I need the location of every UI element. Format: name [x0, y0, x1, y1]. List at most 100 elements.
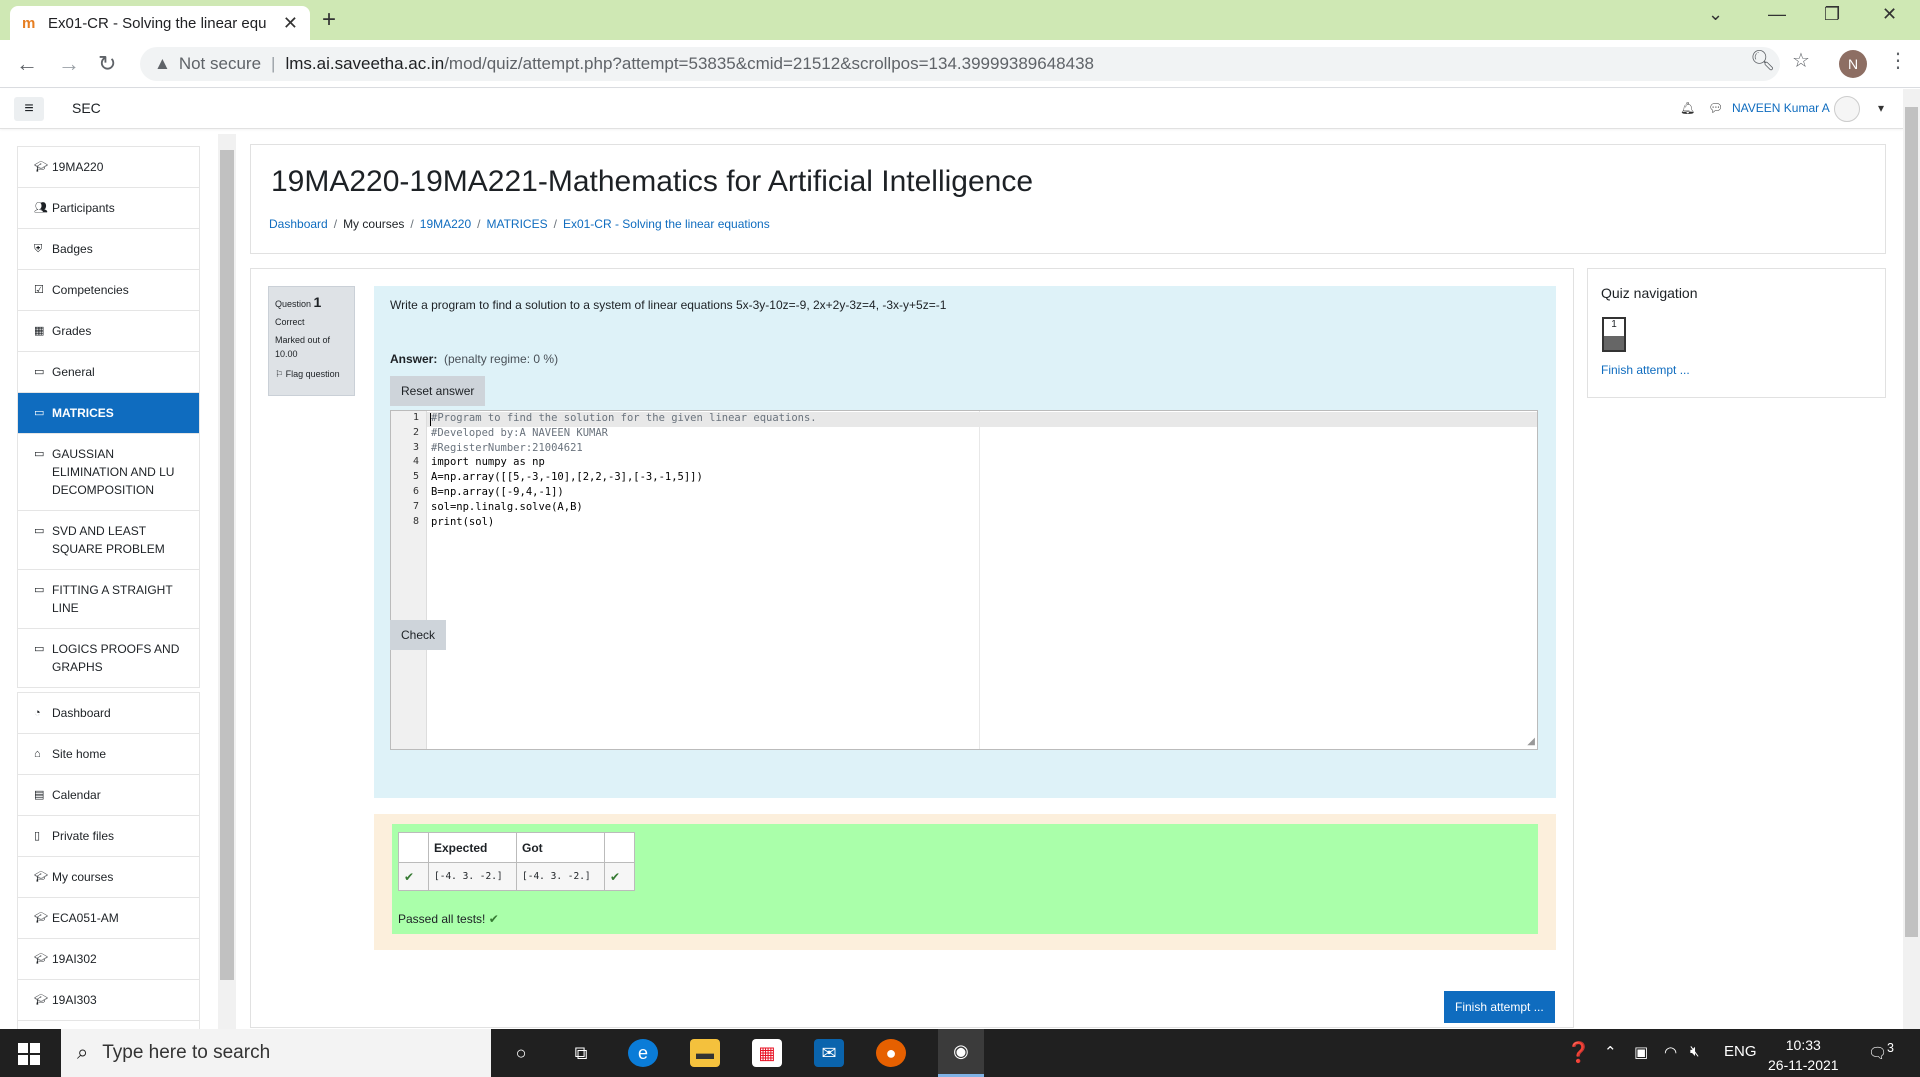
url-omnibox[interactable]: ▲ Not secure | lms.ai.saveetha.ac.in/mod…	[140, 47, 1780, 81]
user-menu-caret-icon[interactable]: ▾	[1878, 101, 1884, 115]
sidebar-item-dashboard[interactable]: ◔ Dashboard	[17, 692, 200, 733]
breadcrumb-quiz[interactable]: Ex01-CR - Solving the linear equations	[563, 217, 770, 231]
messages-icon[interactable]: 💬︎	[1708, 101, 1723, 115]
line-number: 7	[412, 500, 419, 512]
user-avatar[interactable]	[1834, 96, 1860, 122]
taskbar-search[interactable]: ⌕ Type here to search	[61, 1029, 491, 1077]
reload-icon[interactable]: ↻	[98, 51, 116, 77]
finish-attempt-button[interactable]: Finish attempt ...	[1444, 991, 1555, 1023]
sidebar-item-19ai303[interactable]: 🎓︎ 19AI303	[17, 979, 200, 1020]
new-tab-icon[interactable]: +	[322, 6, 336, 34]
sidebar-item-general[interactable]: ▭ General	[17, 351, 200, 392]
mail-icon[interactable]: ✉	[814, 1039, 844, 1067]
bookmark-star-icon[interactable]: ☆	[1792, 48, 1810, 73]
quiz-nav-question-button[interactable]: 1	[1602, 317, 1626, 352]
line-number: 2	[412, 426, 419, 438]
browser-menu-icon[interactable]: ⋮	[1888, 48, 1908, 73]
profile-avatar[interactable]: N	[1839, 50, 1867, 78]
sidebar-item-eca051-am[interactable]: 🎓︎ ECA051-AM	[17, 897, 200, 938]
window-close-icon[interactable]: ✕	[1882, 4, 1897, 25]
wifi-icon[interactable]: ◠	[1664, 1043, 1677, 1061]
forward-icon[interactable]: →	[58, 51, 80, 77]
store-icon[interactable]: ▦	[752, 1039, 782, 1067]
breadcrumb-section[interactable]: MATRICES	[486, 217, 547, 231]
finish-attempt-link[interactable]: Finish attempt ...	[1601, 363, 1690, 377]
got-column-header: Got	[516, 832, 605, 863]
tray-chevron-icon[interactable]: ⌃	[1604, 1043, 1617, 1061]
taskbar-clock[interactable]: 10:33 26-11-2021	[1768, 1035, 1839, 1075]
folder-icon: ▭	[34, 643, 45, 655]
nav-drawer-scroll-thumb[interactable]	[220, 150, 234, 980]
language-indicator[interactable]: ENG	[1724, 1043, 1757, 1060]
device-icon[interactable]: ▣	[1634, 1043, 1648, 1061]
sidebar-item-19ma220[interactable]: 🎓︎ 19MA220	[17, 146, 200, 187]
firefox-icon[interactable]: ●	[876, 1039, 906, 1067]
home-icon: ⌂	[34, 748, 41, 760]
breadcrumb-dashboard[interactable]: Dashboard	[269, 217, 328, 231]
sidebar-item-gaussian-elimination-and-lu-decomposition[interactable]: ▭ GAUSSIAN ELIMINATION AND LU DECOMPOSITI…	[17, 433, 200, 510]
hamburger-menu-icon[interactable]: ≡	[14, 97, 44, 121]
page-scrollbar[interactable]	[1903, 89, 1920, 1029]
folder-icon: ▭	[34, 525, 45, 537]
back-icon[interactable]: ←	[16, 51, 38, 77]
sidebar-item-fitting-a-straight-line[interactable]: ▭ FITTING A STRAIGHT LINE	[17, 569, 200, 628]
volume-icon[interactable]: 🔇︎	[1690, 1043, 1699, 1060]
url-text: lms.ai.saveetha.ac.in/mod/quiz/attempt.p…	[285, 54, 1094, 74]
graduation-cap-icon: 🎓︎	[34, 871, 48, 883]
code-editor[interactable]: 1 2 3 4 5 6 7 8 #Program to find the solution f…	[390, 410, 1538, 750]
minimize-icon[interactable]: —	[1768, 4, 1786, 25]
sidebar-item-label: 19AI302	[52, 952, 97, 966]
nav-drawer-scrollbar[interactable]	[218, 134, 236, 1029]
page-scroll-thumb[interactable]	[1905, 107, 1918, 937]
resize-grip-icon[interactable]: ◢	[1527, 736, 1535, 747]
question-marks: 10.00	[275, 349, 298, 359]
notification-center-icon[interactable]: 🗨︎3	[1868, 1041, 1894, 1062]
chrome-icon[interactable]: ◉	[938, 1029, 984, 1077]
cortana-icon[interactable]: ○	[506, 1039, 536, 1067]
address-bar-row: ← → ↻ ▲ Not secure | lms.ai.saveetha.ac.…	[0, 40, 1920, 88]
url-host: lms.ai.saveetha.ac.in	[285, 54, 445, 73]
sidebar-item-site-home[interactable]: ⌂ Site home	[17, 733, 200, 774]
sidebar-item-private-files[interactable]: ▯ Private files	[17, 815, 200, 856]
tab-close-icon[interactable]: ✕	[283, 13, 298, 34]
help-icon[interactable]: ❓	[1566, 1040, 1591, 1065]
flag-question[interactable]: ⚐ Flag question	[275, 367, 348, 381]
sidebar-item-logics-proofs-and-graphs[interactable]: ▭ LOGICS PROOFS AND GRAPHS	[17, 628, 200, 687]
browser-tab[interactable]: m Ex01-CR - Solving the linear equ ✕	[10, 6, 310, 40]
sidebar-item-competencies[interactable]: ☑ Competencies	[17, 269, 200, 310]
sidebar-item-svd-and-least-square-problem[interactable]: ▭ SVD AND LEAST SQUARE PROBLEM	[17, 510, 200, 569]
sidebar-item-grades[interactable]: ▦ Grades	[17, 310, 200, 351]
line-number-gutter: 1 2 3 4 5 6 7 8	[391, 411, 427, 749]
sidebar-item-label: My courses	[52, 870, 114, 884]
check-button[interactable]: Check	[390, 620, 447, 650]
file-explorer-icon[interactable]: ▬	[690, 1039, 720, 1067]
sidebar-item-label: Dashboard	[52, 706, 111, 720]
breadcrumb-separator: /	[553, 217, 557, 231]
status-column-header	[398, 832, 429, 863]
sidebar-item-participants[interactable]: 👥︎ Participants	[17, 187, 200, 228]
notification-bell-icon[interactable]: 🔔︎	[1680, 101, 1695, 115]
restore-icon[interactable]: ❐	[1824, 4, 1840, 25]
sidebar-item-calendar[interactable]: ▤ Calendar	[17, 774, 200, 815]
sidebar-item-label: Grades	[52, 324, 92, 338]
line-number: 1	[412, 412, 419, 423]
user-name[interactable]: NAVEEN Kumar A	[1732, 101, 1830, 115]
calendar-icon: ▤	[34, 789, 45, 801]
windows-start-icon[interactable]	[18, 1043, 40, 1065]
question-number: 1	[313, 294, 322, 310]
sidebar-item-my-courses[interactable]: 🎓︎ My courses	[17, 856, 200, 897]
sidebar-item-badges[interactable]: ⛨ Badges	[17, 228, 200, 269]
sidebar-item-label: LOGICS PROOFS AND GRAPHS	[52, 642, 180, 674]
sidebar-item-matrices[interactable]: ▭ MATRICES	[17, 392, 200, 433]
zoom-icon[interactable]: 🔍︎	[1750, 48, 1775, 73]
task-view-icon[interactable]: ⧉	[566, 1039, 596, 1067]
tab-search-chevron-icon[interactable]: ⌄	[1708, 4, 1723, 25]
code-area[interactable]: #Program to find the solution for the gi…	[427, 411, 1537, 749]
breadcrumb-course[interactable]: 19MA220	[420, 217, 471, 231]
windows-taskbar: ⌕ Type here to search ○ ⧉ e ▬ ▦ ✉ ● ◉ ❓ …	[0, 1029, 1920, 1077]
breadcrumb-separator: /	[477, 217, 481, 231]
sidebar-item-19ai302[interactable]: 🎓︎ 19AI302	[17, 938, 200, 979]
reset-answer-button[interactable]: Reset answer	[390, 376, 486, 406]
edge-icon[interactable]: e	[628, 1039, 658, 1067]
site-name[interactable]: SEC	[72, 100, 101, 116]
